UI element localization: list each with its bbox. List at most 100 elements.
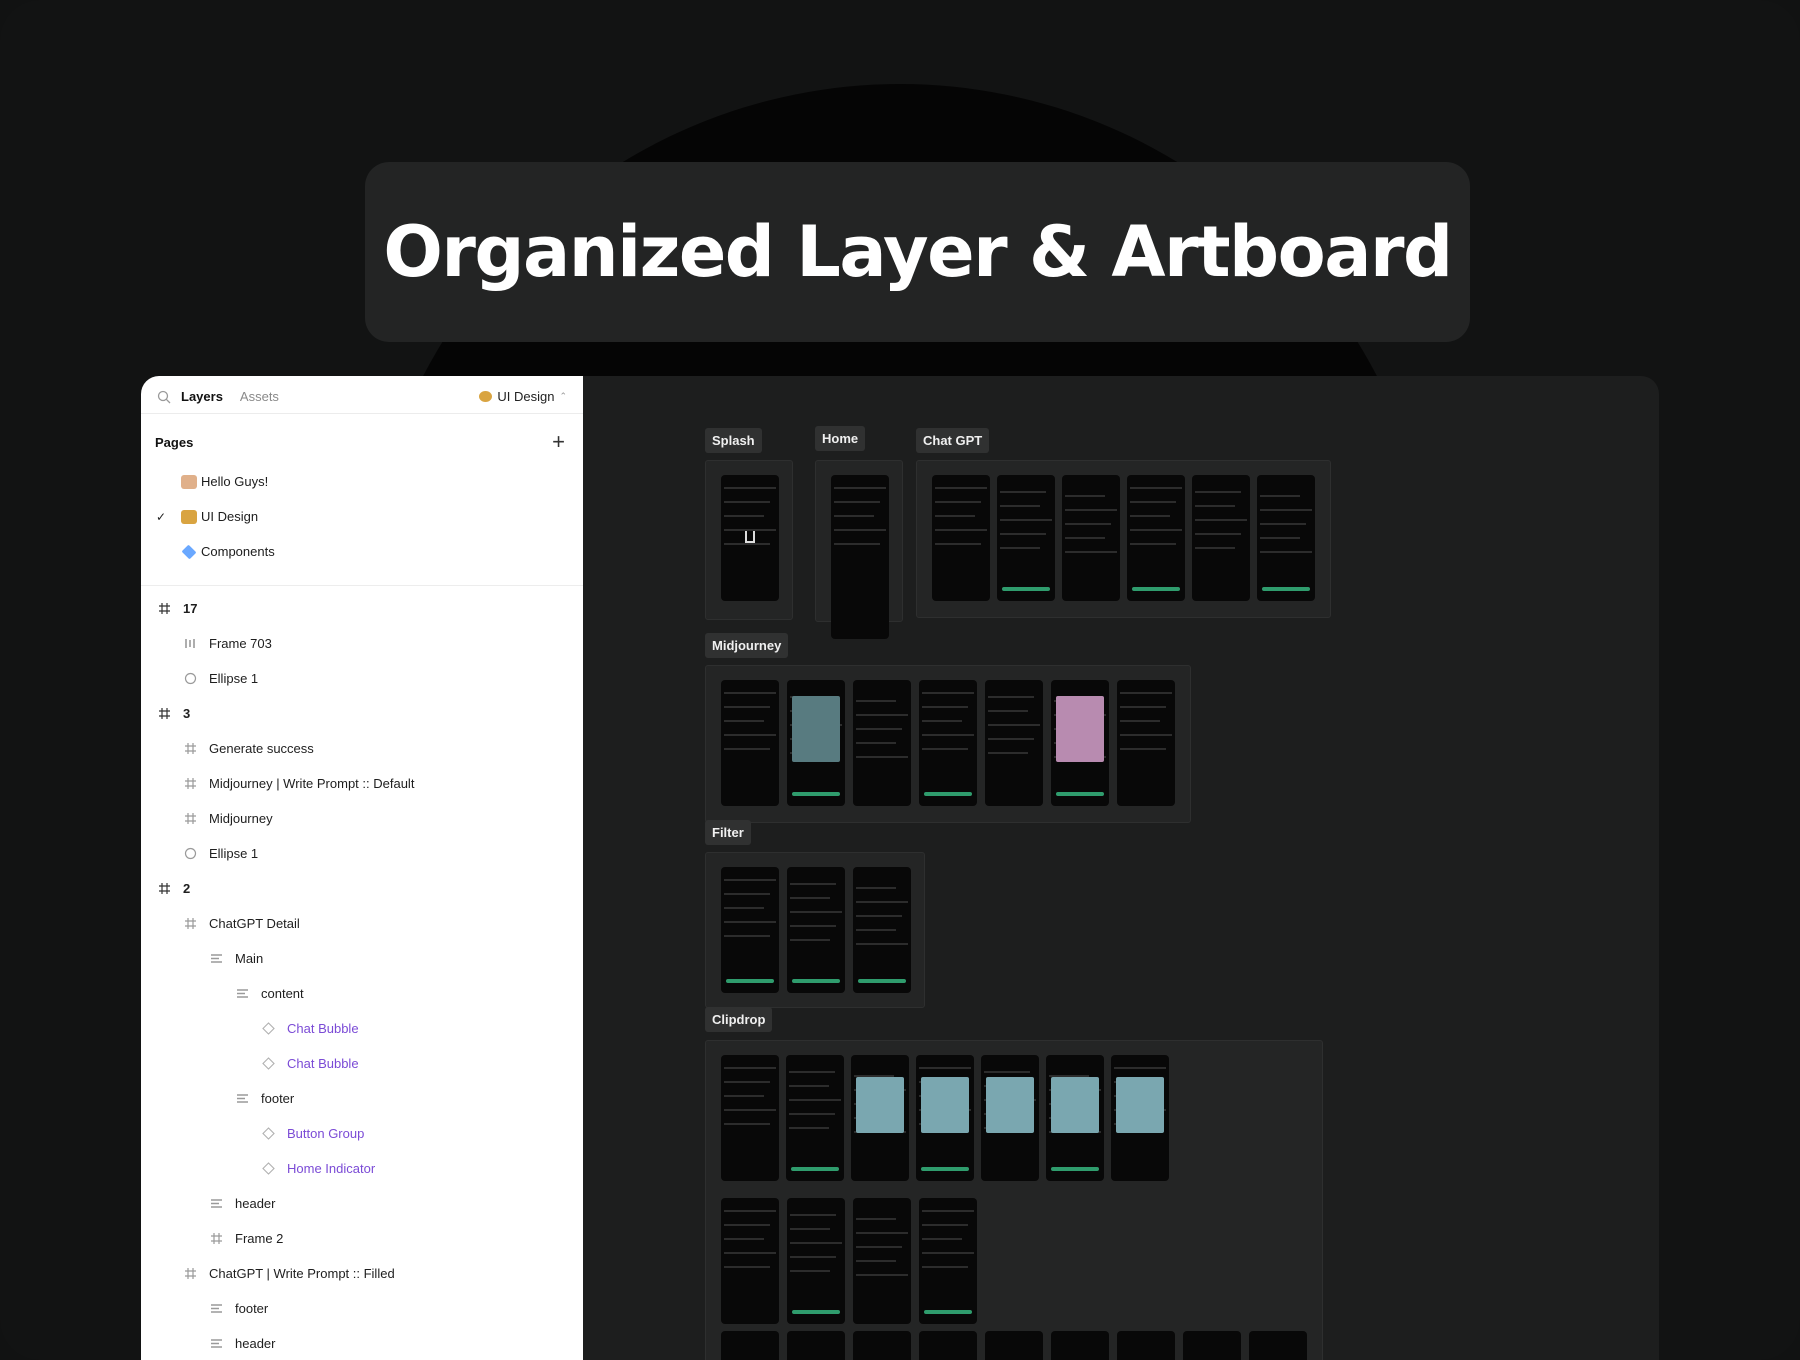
layer-label: Frame 2 xyxy=(235,1231,284,1246)
layer-label: header xyxy=(235,1196,276,1211)
layer-row[interactable]: Chat Bubble xyxy=(141,1046,583,1081)
artboard-screen[interactable] xyxy=(787,1331,845,1360)
tab-layers[interactable]: Layers xyxy=(181,389,223,404)
add-page-icon[interactable]: + xyxy=(552,431,565,453)
layer-row[interactable]: Ellipse 1 xyxy=(141,661,583,696)
pages-header: Pages + xyxy=(141,420,583,464)
artboard-screen[interactable] xyxy=(1117,680,1175,806)
layer-row[interactable]: Home Indicator xyxy=(141,1151,583,1186)
artboard-screen[interactable] xyxy=(786,1055,844,1181)
tab-assets[interactable]: Assets xyxy=(240,389,279,404)
artboard-screen[interactable] xyxy=(916,1055,974,1181)
artboard-screen[interactable] xyxy=(721,1055,779,1181)
artboard-screen[interactable] xyxy=(985,1331,1043,1360)
layer-row[interactable]: ChatGPT Detail xyxy=(141,906,583,941)
artboard-section-label[interactable]: Splash xyxy=(705,428,762,453)
layer-row[interactable]: 2 xyxy=(141,871,583,906)
screen-text-line xyxy=(834,515,874,517)
artboard-screen[interactable] xyxy=(787,1198,845,1324)
page-item-label: Hello Guys! xyxy=(201,474,269,489)
artboard-screen[interactable] xyxy=(787,867,845,993)
screen-text-line xyxy=(1195,519,1247,521)
artboard-section-label[interactable]: Clipdrop xyxy=(705,1007,773,1032)
page-switcher[interactable]: UI Design ⌃ xyxy=(479,389,567,404)
artboard-section-label[interactable]: Home xyxy=(815,426,866,451)
artboard-section-splash[interactable] xyxy=(705,460,793,620)
artboard-screen[interactable] xyxy=(721,867,779,993)
artboard-screen[interactable] xyxy=(831,475,889,639)
artboard-screen[interactable] xyxy=(1192,475,1250,601)
screen-text-line xyxy=(724,1210,776,1212)
artboard-screen[interactable] xyxy=(1257,475,1315,601)
layer-row[interactable]: Frame 2 xyxy=(141,1221,583,1256)
artboard-screen[interactable] xyxy=(721,1331,779,1360)
artboard-screen[interactable] xyxy=(997,475,1055,601)
page-item[interactable]: Hello Guys! xyxy=(141,464,583,499)
screen-text-line xyxy=(919,1067,971,1069)
component-instance-icon xyxy=(260,1056,276,1072)
artboard-screen[interactable] xyxy=(787,680,845,806)
screen-text-line xyxy=(1195,505,1235,507)
artboard-section-label[interactable]: Chat GPT xyxy=(916,428,990,453)
screen-text-line xyxy=(935,529,987,531)
artboard-screen[interactable] xyxy=(919,1198,977,1324)
design-canvas[interactable]: Splash Home Chat GPT Midjourney Filter Clipdr… xyxy=(583,376,1659,1360)
screen-primary-button xyxy=(1001,587,1051,591)
layer-row[interactable]: header xyxy=(141,1326,583,1360)
artboard-section-chatgpt[interactable] xyxy=(916,460,1331,618)
layer-row[interactable]: Frame 703 xyxy=(141,626,583,661)
search-icon[interactable] xyxy=(157,390,171,404)
page-item[interactable]: Components xyxy=(141,534,583,569)
artboard-screen[interactable] xyxy=(1249,1331,1307,1360)
artboard-screen[interactable] xyxy=(721,1198,779,1324)
layer-row[interactable]: Midjourney | Write Prompt :: Default xyxy=(141,766,583,801)
layer-row[interactable]: Midjourney xyxy=(141,801,583,836)
artboard-screen[interactable] xyxy=(1117,1331,1175,1360)
artboard-screen[interactable] xyxy=(1183,1331,1241,1360)
artboard-screen[interactable] xyxy=(1051,680,1109,806)
layer-row[interactable]: Button Group xyxy=(141,1116,583,1151)
artboard-screen[interactable] xyxy=(851,1055,909,1181)
layer-row[interactable]: footer xyxy=(141,1291,583,1326)
artboard-screen[interactable] xyxy=(932,475,990,601)
artboard-section-label[interactable]: Midjourney xyxy=(705,633,789,658)
artboard-screen[interactable] xyxy=(1046,1055,1104,1181)
artboard-screen[interactable] xyxy=(1051,1331,1109,1360)
layer-row[interactable]: footer xyxy=(141,1081,583,1116)
artboard-section-label[interactable]: Filter xyxy=(705,820,751,845)
layer-row[interactable]: Main xyxy=(141,941,583,976)
artboard-screen[interactable] xyxy=(1111,1055,1169,1181)
screen-preview-image xyxy=(985,1077,1035,1133)
layer-row[interactable]: 3 xyxy=(141,696,583,731)
layer-row[interactable]: Chat Bubble xyxy=(141,1011,583,1046)
artboard-section-clipdrop[interactable] xyxy=(705,1040,1323,1360)
layer-row[interactable]: header xyxy=(141,1186,583,1221)
artboard-section-midjourney[interactable] xyxy=(705,665,1191,823)
artboard-screen[interactable] xyxy=(919,680,977,806)
screen-text-line xyxy=(724,879,776,881)
artboard-screen[interactable] xyxy=(1062,475,1120,601)
layer-row[interactable]: Generate success xyxy=(141,731,583,766)
artboard-screen[interactable] xyxy=(853,1331,911,1360)
artboard-screen[interactable] xyxy=(981,1055,1039,1181)
screen-text-line xyxy=(1114,1067,1166,1069)
screen-text-line xyxy=(790,925,836,927)
screen-primary-button xyxy=(857,979,907,983)
artboard-screen[interactable] xyxy=(985,680,1043,806)
artboard-section-home[interactable] xyxy=(815,460,903,639)
layer-row[interactable]: content xyxy=(141,976,583,1011)
artboard-screen[interactable] xyxy=(1127,475,1185,601)
screen-text-line xyxy=(724,692,776,694)
artboard-screen[interactable] xyxy=(721,475,779,601)
artboard-screen[interactable] xyxy=(853,867,911,993)
artboard-screen[interactable] xyxy=(721,680,779,806)
artboard-screen[interactable] xyxy=(919,1331,977,1360)
artboard-section-filter[interactable] xyxy=(705,852,925,1008)
layer-row[interactable]: ChatGPT | Write Prompt :: Filled xyxy=(141,1256,583,1291)
screen-text-line xyxy=(1065,551,1117,553)
page-item[interactable]: ✓ UI Design xyxy=(141,499,583,534)
layer-row[interactable]: 17 xyxy=(141,591,583,626)
artboard-screen[interactable] xyxy=(853,1198,911,1324)
artboard-screen[interactable] xyxy=(853,680,911,806)
layer-row[interactable]: Ellipse 1 xyxy=(141,836,583,871)
